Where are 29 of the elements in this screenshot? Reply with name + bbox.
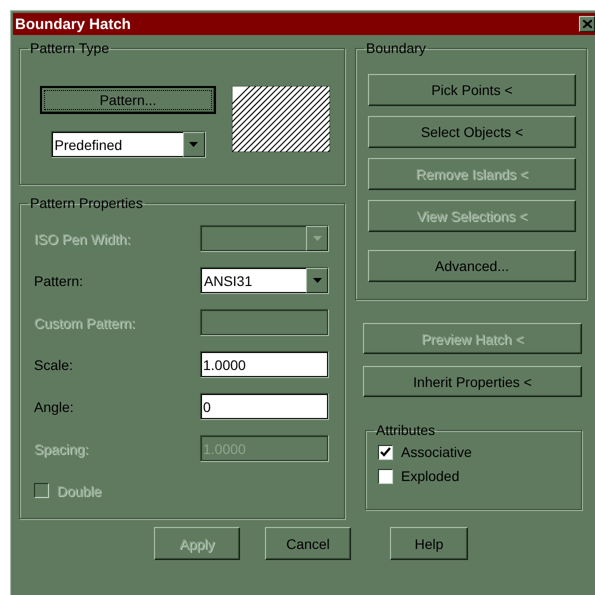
field-label: Double bbox=[57, 482, 102, 498]
pattern-type-dropdown[interactable]: Predefined bbox=[50, 131, 206, 158]
window-title: Boundary Hatch bbox=[14, 16, 131, 32]
action-button[interactable]: Inherit Properties < bbox=[363, 366, 582, 397]
dialog-button[interactable]: Cancel bbox=[265, 527, 351, 560]
input-field[interactable]: 1.0000 bbox=[200, 351, 329, 378]
field-label: Angle: bbox=[34, 398, 74, 414]
checkbox[interactable] bbox=[378, 468, 393, 484]
checkbox[interactable] bbox=[378, 444, 393, 460]
boundary-button[interactable]: Select Objects < bbox=[368, 116, 576, 148]
field-label: Custom Pattern: bbox=[34, 314, 136, 330]
group-title: Pattern Type bbox=[29, 40, 110, 56]
group-title: Pattern Properties bbox=[29, 195, 144, 211]
pattern-button[interactable]: Pattern... bbox=[40, 86, 216, 114]
close-button[interactable] bbox=[579, 16, 595, 32]
dialog-button[interactable]: Help bbox=[390, 527, 468, 560]
field-label: ISO Pen Width: bbox=[34, 230, 130, 246]
dropdown[interactable]: ANSI31 bbox=[200, 267, 329, 294]
boundary-button[interactable]: Advanced... bbox=[368, 250, 576, 282]
input-field[interactable]: 0 bbox=[200, 393, 329, 420]
close-icon bbox=[582, 20, 592, 28]
group-title: Attributes bbox=[375, 422, 436, 438]
field-label: Scale: bbox=[34, 356, 73, 372]
checkbox-label: Associative bbox=[401, 444, 472, 460]
checkbox-label: Exploded bbox=[401, 468, 460, 484]
field-label: Pattern: bbox=[34, 272, 84, 288]
group-title: Boundary bbox=[365, 40, 427, 56]
field-label: Spacing: bbox=[34, 440, 88, 456]
boundary-button[interactable]: Pick Points < bbox=[368, 74, 576, 106]
